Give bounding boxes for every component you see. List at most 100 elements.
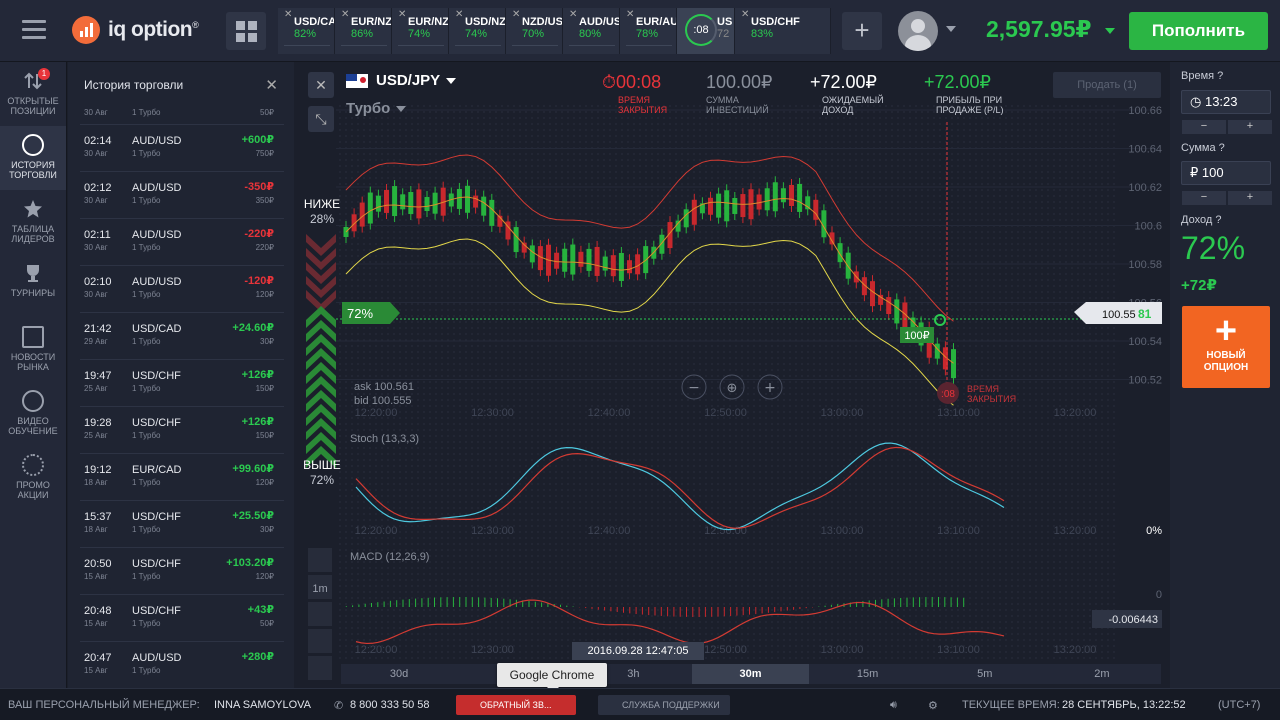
list-item[interactable]: 20:47 15 Авг AUD/USD 1 Турбо +280₽: [80, 641, 284, 688]
pencil-icon[interactable]: [308, 656, 332, 680]
list-item[interactable]: 02:11 30 Авг AUD/USD 1 Турбо -220₽ 220₽: [80, 218, 284, 265]
volume-icon[interactable]: 🔊︎: [890, 699, 897, 712]
avatar[interactable]: [898, 11, 938, 51]
candle: [837, 243, 843, 263]
asset-name: USD/CA: [294, 16, 334, 28]
close-icon[interactable]: ✕: [741, 9, 749, 20]
nav-trade-history[interactable]: ИСТОРИЯ ТОРГОВЛИ: [0, 126, 66, 190]
asset-tab-8[interactable]: ✕ USD/CHF 83%: [735, 8, 831, 54]
grid-view-button[interactable]: [226, 12, 266, 50]
amount-label: Сумма: [1181, 142, 1216, 154]
help-icon[interactable]: ?: [1215, 214, 1221, 226]
support-button[interactable]: СЛУЖБА ПОДДЕРЖКИ: [598, 695, 730, 715]
close-icon[interactable]: ✕: [569, 9, 577, 20]
close-icon[interactable]: ✕: [512, 9, 520, 20]
collapse-icon[interactable]: ⤡: [308, 106, 334, 132]
new-option-button[interactable]: + НОВЫЙ ОПЦИОН: [1182, 306, 1270, 388]
asset-tab-2[interactable]: ✕ EUR/NZ 74%: [392, 8, 449, 54]
panel-title: История торговли: [84, 78, 184, 92]
expiry-time-input[interactable]: ◷ 13:23: [1181, 90, 1271, 114]
trade-pair: USD/CHF: [132, 370, 181, 382]
add-asset-button[interactable]: +: [842, 12, 882, 50]
list-item[interactable]: 19:28 25 Авг USD/CHF 1 Турбо +126₽ 150₽: [80, 406, 284, 453]
chevron-down-icon[interactable]: [946, 26, 956, 32]
nav-label: ЛИДЕРОВ: [11, 234, 55, 244]
list-item[interactable]: 20:50 15 Авг USD/CHF 1 Турбо +103.20₽ 120₽: [80, 547, 284, 594]
close-icon[interactable]: ✕: [341, 9, 349, 20]
time-minus-button[interactable]: −: [1182, 120, 1226, 134]
nav-video-tutorials[interactable]: ВИДЕО ОБУЧЕНИЕ: [0, 382, 66, 446]
list-item[interactable]: 02:10 30 Авг AUD/USD 1 Турбо -120₽ 120₽: [80, 265, 284, 312]
logo[interactable]: iq option®: [72, 16, 199, 44]
timeframe-30m[interactable]: 30m: [692, 664, 809, 684]
manager-name: INNA SAMOYLOVA: [214, 699, 311, 711]
asset-tab-4[interactable]: ✕ NZD/US 70%: [506, 8, 563, 54]
asset-tab-0[interactable]: ✕ USD/CA 82%: [278, 8, 335, 54]
income-pct: 72%: [1181, 230, 1246, 266]
list-item[interactable]: 21:42 29 Авг USD/CAD 1 Турбо +24.60₽ 30₽: [80, 312, 284, 359]
trade-date: 15 Авг: [84, 572, 108, 581]
list-item[interactable]: 02:12 30 Авг AUD/USD 1 Турбо -350₽ 350₽: [80, 171, 284, 218]
chart-type-icon[interactable]: [308, 629, 332, 653]
nav-leaderboard[interactable]: ТАБЛИЦА ЛИДЕРОВ: [0, 190, 66, 254]
interval-label: 1m: [312, 583, 327, 595]
asset-timer: :08: [685, 14, 717, 46]
list-item[interactable]: 15:37 18 Авг USD/CHF 1 Турбо +25.50₽ 30₽: [80, 500, 284, 547]
list-item[interactable]: 19:47 25 Авг USD/CHF 1 Турбо +126₽ 150₽: [80, 359, 284, 406]
asset-tab-active[interactable]: :08 US 72: [677, 8, 735, 54]
close-icon[interactable]: ✕: [265, 76, 278, 94]
nav-promo[interactable]: ПРОМО АКЦИИ: [0, 446, 66, 510]
amount-minus-button[interactable]: −: [1182, 191, 1226, 205]
list-item[interactable]: 19:12 18 Авг EUR/CAD 1 Турбо +99.60₽ 120₽: [80, 453, 284, 500]
trade-type: 1 Турбо: [132, 525, 161, 534]
timeframe-5m[interactable]: 5m: [927, 664, 1043, 684]
asset-pct: 80%: [579, 28, 602, 40]
timeframe-15m[interactable]: 15m: [810, 664, 926, 684]
draw-icon[interactable]: [308, 602, 332, 626]
amount-input[interactable]: ₽ 100: [1181, 161, 1271, 185]
indicators-icon[interactable]: [308, 548, 332, 572]
instrument-selector[interactable]: USD/JPY: [346, 72, 457, 89]
balance[interactable]: 2,597.95₽: [986, 16, 1092, 43]
trade-type: 1 Турбо: [132, 290, 161, 299]
timeframe-2m[interactable]: 2m: [1044, 664, 1160, 684]
gear-icon[interactable]: ⚙: [928, 699, 938, 712]
trade-pair: AUD/USD: [132, 276, 182, 288]
price-tick: 100.62: [1128, 182, 1162, 194]
close-icon[interactable]: ✕: [398, 9, 406, 20]
help-icon[interactable]: ?: [1217, 70, 1223, 82]
left-nav: 1 ОТКРЫТЫЕ ПОЗИЦИИ ИСТОРИЯ ТОРГОВЛИ ТАБЛ…: [0, 62, 67, 688]
balance-chevron-icon[interactable]: [1105, 28, 1115, 34]
trade-time: 02:11: [84, 229, 111, 241]
sell-button[interactable]: Продать (1): [1053, 72, 1161, 98]
menu-icon[interactable]: [22, 20, 46, 40]
chart-canvas[interactable]: 100.66100.64100.62100.6100.58100.56100.5…: [296, 62, 1166, 688]
close-icon[interactable]: ✕: [284, 9, 292, 20]
asset-tab-1[interactable]: ✕ EUR/NZ 86%: [335, 8, 392, 54]
list-item[interactable]: 02:14 30 Авг AUD/USD 1 Турбо +600₽ 750₽: [80, 124, 284, 171]
asset-tab-5[interactable]: ✕ AUD/US 80%: [563, 8, 620, 54]
close-chart-button[interactable]: ✕: [308, 72, 334, 98]
nav-market-news[interactable]: НОВОСТИ РЫНКА: [0, 318, 66, 382]
timeframe-30d[interactable]: 30d: [341, 664, 457, 684]
nav-tournaments[interactable]: ТУРНИРЫ: [0, 254, 66, 318]
candle: [513, 227, 519, 253]
phone-number[interactable]: 8 800 333 50 58: [350, 699, 430, 711]
candle: [610, 255, 616, 277]
close-icon[interactable]: ✕: [455, 9, 463, 20]
asset-tab-3[interactable]: ✕ USD/NZ 74%: [449, 8, 506, 54]
asset-tab-6[interactable]: ✕ EUR/AU 78%: [620, 8, 677, 54]
list-item[interactable]: 30 Авг 1 Турбо 50₽: [80, 108, 284, 124]
nav-open-positions[interactable]: 1 ОТКРЫТЫЕ ПОЗИЦИИ: [0, 62, 66, 126]
option-type-selector[interactable]: Турбо: [346, 100, 407, 117]
amount-plus-button[interactable]: +: [1228, 191, 1272, 205]
deposit-button[interactable]: Пополнить: [1129, 12, 1268, 50]
list-item[interactable]: 20:48 15 Авг USD/CHF 1 Турбо +43₽ 50₽: [80, 594, 284, 641]
candle: [465, 185, 470, 213]
trade-type: 1 Турбо: [132, 384, 161, 393]
nav-label: ТОРГОВЛИ: [9, 170, 57, 180]
help-icon[interactable]: ?: [1219, 142, 1225, 154]
close-icon[interactable]: ✕: [626, 9, 634, 20]
time-plus-button[interactable]: +: [1228, 120, 1272, 134]
callback-button[interactable]: ОБРАТНЫЙ ЗВ...: [456, 695, 576, 715]
